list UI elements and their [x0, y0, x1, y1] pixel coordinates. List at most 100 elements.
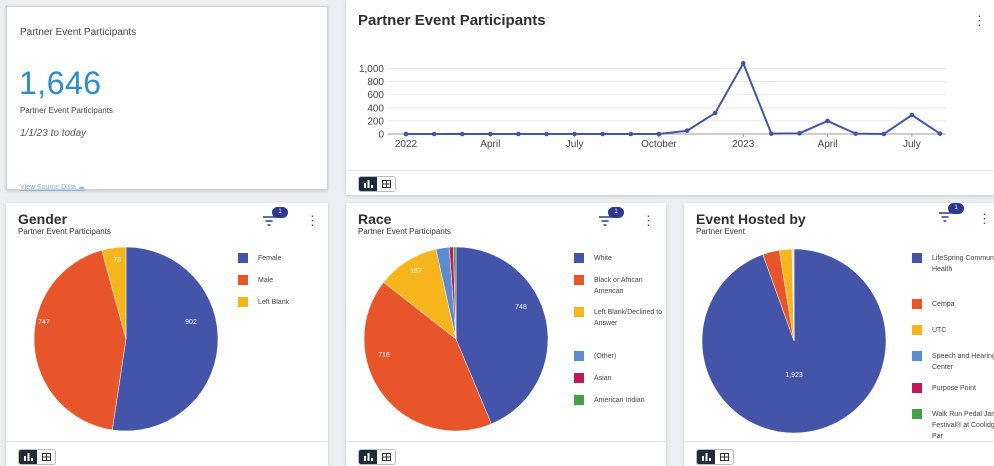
data-point[interactable] [853, 131, 858, 136]
legend-label: American Indian [594, 397, 645, 404]
legend-item[interactable]: (Other) [574, 351, 664, 362]
data-point[interactable] [516, 131, 521, 137]
event-host-chart-title: Event Hosted by [696, 211, 806, 227]
chart-view-button[interactable] [359, 450, 377, 464]
legend-swatch [912, 409, 922, 419]
slice-value-label: 187 [410, 268, 422, 275]
legend-item[interactable]: Left Blank [238, 297, 328, 308]
gender-chart-title: Gender [18, 211, 68, 227]
line-view-toggle [358, 176, 396, 192]
legend-label: Left Blank [258, 299, 290, 306]
data-point[interactable] [600, 131, 606, 137]
series-line [406, 61, 941, 136]
table-view-button[interactable] [715, 450, 733, 464]
legend-item[interactable]: American Indian [574, 395, 664, 406]
legend-label: Walk Run Pedal Jamz Festival® at Coolidg… [932, 411, 994, 440]
legend-item[interactable]: Female [238, 253, 328, 264]
x-tick-label: April [818, 139, 838, 150]
gender-filter-button[interactable]: 1 [262, 207, 288, 227]
bar-chart-icon [363, 180, 373, 188]
legend-label: UTC [932, 327, 947, 334]
slice-value-label: 902 [185, 319, 197, 326]
view-source-data-link[interactable]: View Source Data ☁ [20, 183, 85, 191]
data-point[interactable] [881, 131, 887, 137]
gender-chart-subtitle: Partner Event Participants [18, 227, 111, 236]
event-host-chart-card: Event Hosted by Partner Event 1 ⋮ 1,923 … [684, 203, 994, 466]
filter-count-badge: 1 [948, 203, 964, 214]
data-point[interactable] [769, 131, 774, 136]
legend-item[interactable]: Speech and Hearing Center [912, 351, 994, 373]
race-menu-icon[interactable]: ⋮ [642, 214, 655, 227]
y-tick-label: 600 [367, 90, 384, 101]
legend-swatch [574, 275, 584, 285]
y-tick-label: 200 [367, 116, 384, 127]
line-chart-menu-icon[interactable]: ⋮ [973, 14, 986, 27]
kpi-date-range: 1/1/23 to today [20, 128, 87, 139]
x-tick-label: April [480, 139, 500, 150]
gender-menu-icon[interactable]: ⋮ [306, 214, 319, 227]
legend-item[interactable]: Cempa [912, 299, 994, 310]
data-point[interactable] [459, 131, 465, 137]
legend-item[interactable]: Walk Run Pedal Jamz Festival® at Coolidg… [912, 409, 994, 442]
legend-item[interactable]: Black or African American [574, 275, 664, 297]
kpi-subtitle: Partner Event Participants [20, 106, 113, 115]
legend-item[interactable]: Male [238, 275, 328, 286]
table-view-button[interactable] [377, 450, 395, 464]
gender-pie: 902 747 73 [33, 246, 219, 432]
chart-view-button[interactable] [359, 177, 377, 191]
data-point[interactable] [628, 131, 634, 137]
kpi-value: 1,646 [19, 65, 102, 101]
data-point[interactable] [403, 131, 409, 137]
legend-label: Asian [594, 375, 612, 382]
legend-swatch [574, 395, 584, 405]
slice-value-label: 1,923 [785, 372, 803, 379]
event-host-filter-button[interactable]: 1 [938, 203, 964, 223]
legend-swatch [912, 299, 922, 309]
data-point[interactable] [488, 131, 493, 137]
data-point[interactable] [572, 131, 577, 137]
cloud-icon: ☁ [77, 184, 85, 191]
table-icon [381, 453, 391, 461]
data-point[interactable] [740, 61, 746, 66]
legend-item[interactable]: Left Blank/Declined to Answer [574, 307, 664, 329]
bar-chart-icon [23, 453, 33, 461]
table-view-button[interactable] [377, 177, 395, 191]
legend-item[interactable]: Asian [574, 373, 664, 384]
event-host-menu-icon[interactable]: ⋮ [978, 212, 991, 225]
data-point[interactable] [684, 128, 690, 134]
legend-item[interactable]: LifeSpring Community Health [912, 253, 994, 275]
line-card-divider [346, 170, 994, 171]
line-chart: 0 200 400 600 800 1,000 2022 April July October 20… [359, 61, 946, 150]
legend-item[interactable]: UTC [912, 325, 994, 336]
legend-label: Speech and Hearing Center [932, 353, 994, 371]
event-host-view-toggle [696, 449, 734, 465]
data-point[interactable] [431, 131, 437, 137]
data-point[interactable] [544, 131, 549, 137]
legend-item[interactable]: Purpose Point [912, 383, 994, 394]
data-point[interactable] [797, 131, 802, 136]
legend-label: White [594, 255, 612, 262]
legend-label: Purpose Point [932, 385, 976, 392]
data-point[interactable] [656, 131, 662, 137]
table-icon [719, 453, 729, 461]
legend-swatch [912, 383, 922, 393]
legend-item[interactable]: White [574, 253, 664, 264]
legend-swatch [238, 275, 248, 285]
chart-view-button[interactable] [697, 450, 715, 464]
race-pie: 748 716 187 [363, 246, 549, 432]
gender-chart-card: Gender Partner Event Participants 1 ⋮ 90… [6, 203, 328, 466]
legend-swatch [574, 351, 584, 361]
table-view-button[interactable] [37, 450, 55, 464]
data-point[interactable] [712, 110, 718, 116]
bar-chart-icon [701, 453, 711, 461]
data-point[interactable] [909, 112, 915, 118]
race-filter-button[interactable]: 1 [598, 207, 624, 227]
table-icon [381, 180, 391, 188]
y-tick-label: 0 [378, 130, 384, 141]
legend-label: Female [258, 255, 282, 262]
data-point[interactable] [937, 131, 943, 136]
gender-view-toggle [18, 449, 56, 465]
pie-slice[interactable] [112, 246, 219, 432]
data-point[interactable] [825, 118, 830, 124]
chart-view-button[interactable] [19, 450, 37, 464]
